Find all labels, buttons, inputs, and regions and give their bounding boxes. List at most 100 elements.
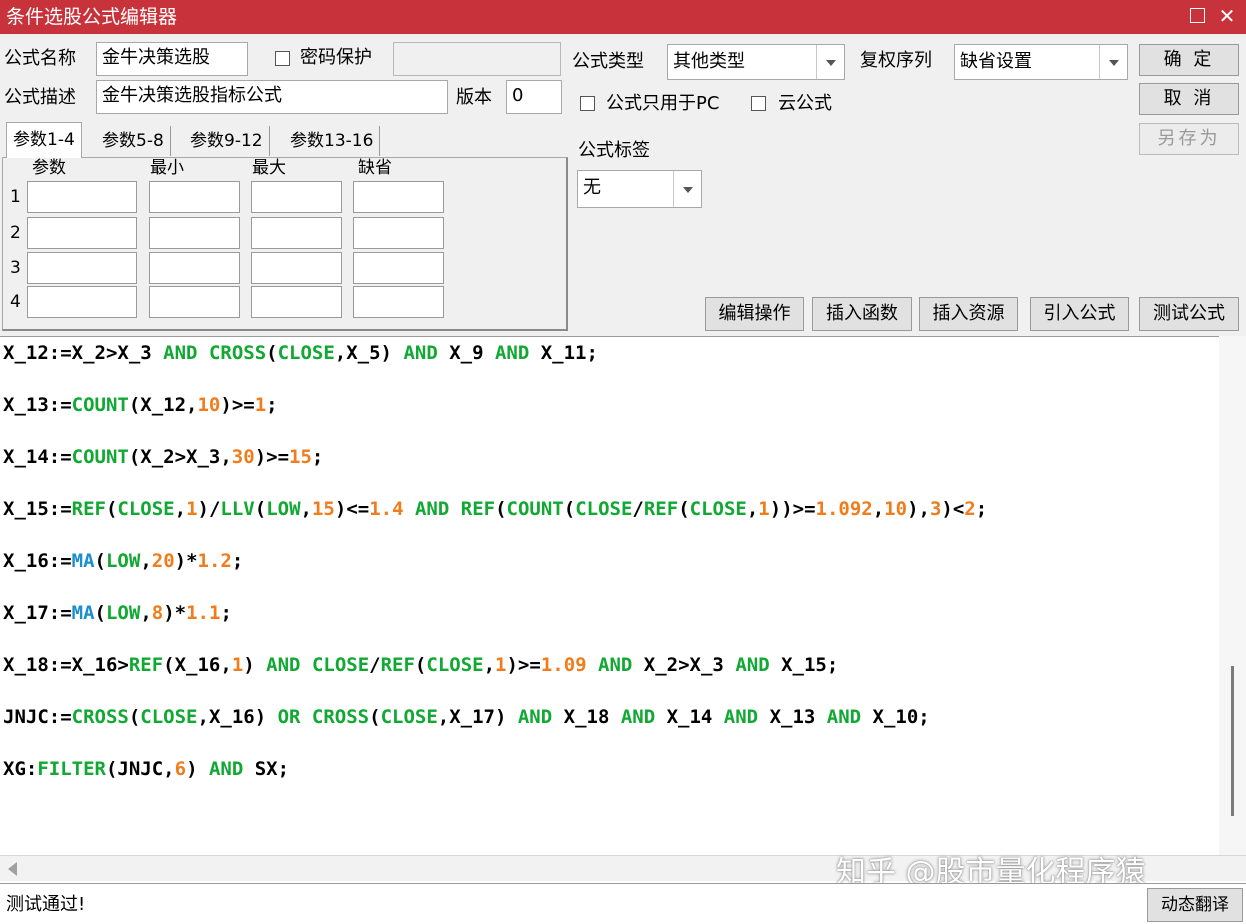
- code-token: 10: [197, 394, 221, 416]
- tag-value: 无: [583, 177, 601, 198]
- param-min-field[interactable]: [149, 217, 240, 249]
- code-token: X_13: [758, 706, 827, 728]
- code-line[interactable]: JNJC:=CROSS(CLOSE,X_16) OR CROSS(CLOSE,X…: [3, 704, 930, 730]
- code-token: X_10;: [861, 706, 930, 728]
- code-token: )>=: [254, 446, 290, 468]
- code-line[interactable]: XG:FILTER(JNJC,6) AND SX;: [3, 756, 289, 782]
- edit-ops-button[interactable]: 编辑操作: [705, 297, 804, 331]
- param-name-field[interactable]: [27, 286, 137, 318]
- import-formula-button[interactable]: 引入公式: [1030, 297, 1129, 331]
- code-token: AND: [517, 706, 553, 728]
- param-name-field[interactable]: [27, 252, 137, 284]
- code-token: 10: [884, 498, 908, 520]
- param-min-field[interactable]: [149, 286, 240, 318]
- code-editor[interactable]: X_12:=X_2>X_3 AND CROSS(CLOSE,X_5) AND X…: [0, 336, 1246, 884]
- code-token: COUNT: [506, 498, 564, 520]
- code-token: (X_2>X_3,: [128, 446, 232, 468]
- maximize-button[interactable]: [1184, 3, 1210, 29]
- code-token: REF: [460, 498, 496, 520]
- ok-button[interactable]: 确 定: [1139, 44, 1239, 76]
- code-token: AND: [494, 342, 530, 364]
- cloud-checkbox[interactable]: [751, 96, 766, 111]
- code-token: CROSS: [208, 342, 267, 364]
- code-token: /: [369, 654, 381, 676]
- code-line[interactable]: X_14:=COUNT(X_2>X_3,30)>=15;: [3, 444, 323, 470]
- tab-params-1-4[interactable]: 参数1-4: [6, 122, 82, 158]
- save-as-button[interactable]: 另存为: [1139, 123, 1239, 155]
- code-token: /: [632, 498, 644, 520]
- code-token: )*: [163, 602, 187, 624]
- rights-select[interactable]: 缺省设置: [954, 44, 1128, 80]
- pc-only-checkbox[interactable]: [580, 96, 595, 111]
- param-max-field[interactable]: [251, 217, 342, 249]
- formula-desc-input[interactable]: 金牛决策选股指标公式: [96, 80, 448, 114]
- param-max-field[interactable]: [251, 181, 342, 213]
- code-token: 30: [231, 446, 255, 468]
- code-token: (: [128, 706, 141, 728]
- param-min-field[interactable]: [149, 252, 240, 284]
- code-line[interactable]: X_12:=X_2>X_3 AND CROSS(CLOSE,X_5) AND X…: [3, 340, 598, 366]
- tab-params-9-12[interactable]: 参数9-12: [184, 126, 270, 156]
- code-token: ,X_5): [334, 342, 404, 364]
- code-token: )<=: [334, 498, 370, 520]
- cancel-button[interactable]: 取 消: [1139, 83, 1239, 115]
- code-token: ;: [220, 602, 232, 624]
- password-input[interactable]: [393, 42, 561, 76]
- scroll-left-icon[interactable]: [8, 862, 17, 876]
- title-bar: 条件选股公式编辑器 ✕: [0, 0, 1246, 34]
- close-button[interactable]: ✕: [1214, 3, 1240, 29]
- code-line[interactable]: X_15:=REF(CLOSE,1)/LLV(LOW,15)<=1.4 AND …: [3, 496, 987, 522]
- code-token: FILTER: [37, 758, 106, 780]
- code-token: COUNT: [71, 446, 129, 468]
- code-token: CLOSE: [277, 342, 335, 364]
- code-token: (: [266, 342, 278, 364]
- window-title: 条件选股公式编辑器: [6, 6, 178, 28]
- code-token: REF: [71, 498, 106, 520]
- password-checkbox[interactable]: [275, 51, 290, 66]
- chevron-down-icon: [1099, 45, 1127, 79]
- code-line[interactable]: X_16:=MA(LOW,20)*1.2;: [3, 548, 243, 574]
- formula-name-label: 公式名称: [4, 48, 76, 69]
- param-default-field[interactable]: [353, 286, 444, 318]
- code-token: REF: [643, 498, 679, 520]
- formula-type-select[interactable]: 其他类型: [667, 44, 845, 80]
- code-token: )>=: [220, 394, 255, 416]
- code-token: 1: [231, 654, 244, 676]
- param-name-field[interactable]: [27, 181, 137, 213]
- code-token: MA: [71, 602, 95, 624]
- param-default-field[interactable]: [353, 181, 444, 213]
- code-line[interactable]: X_13:=COUNT(X_12,10)>=1;: [3, 392, 278, 418]
- dynamic-translate-button[interactable]: 动态翻译: [1147, 888, 1243, 922]
- code-token: (: [369, 706, 381, 728]
- code-token: X_11;: [529, 342, 598, 364]
- code-token: COUNT: [71, 394, 129, 416]
- code-token: )*: [174, 550, 198, 572]
- code-token: X_15;: [769, 654, 839, 676]
- tag-select[interactable]: 无: [577, 170, 702, 208]
- param-min-field[interactable]: [149, 181, 240, 213]
- formula-name-input[interactable]: 金牛决策选股: [96, 42, 248, 76]
- param-default-field[interactable]: [353, 217, 444, 249]
- version-input[interactable]: 0: [506, 80, 562, 114]
- vertical-scrollbar[interactable]: [1219, 336, 1246, 856]
- param-default-field[interactable]: [353, 252, 444, 284]
- tab-params-5-8[interactable]: 参数5-8: [96, 126, 171, 156]
- code-token: CLOSE: [426, 654, 484, 676]
- code-line[interactable]: X_18:=X_16>REF(X_16,1) AND CLOSE/REF(CLO…: [3, 652, 838, 678]
- test-formula-button[interactable]: 测试公式: [1139, 297, 1239, 331]
- insert-resource-button[interactable]: 插入资源: [919, 297, 1018, 331]
- chevron-down-icon: [816, 45, 844, 79]
- scrollbar-thumb[interactable]: [1231, 666, 1234, 816]
- code-token: 15: [289, 446, 312, 468]
- code-token: 1.2: [197, 550, 232, 572]
- code-line[interactable]: X_17:=MA(LOW,8)*1.1;: [3, 600, 232, 626]
- insert-function-button[interactable]: 插入函数: [812, 297, 912, 331]
- code-token: JNJC:=: [3, 706, 72, 728]
- param-max-field[interactable]: [251, 286, 342, 318]
- param-max-field[interactable]: [251, 252, 342, 284]
- chevron-down-icon: [673, 171, 701, 207]
- formula-type-value: 其他类型: [673, 51, 745, 72]
- param-name-field[interactable]: [27, 217, 137, 249]
- tab-params-13-16[interactable]: 参数13-16: [284, 126, 381, 156]
